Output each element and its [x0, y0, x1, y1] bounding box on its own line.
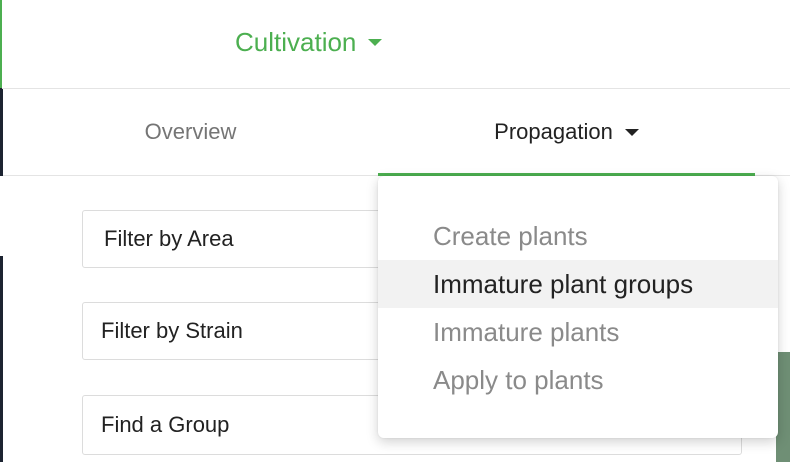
tab-overview[interactable]: Overview	[3, 89, 378, 175]
menu-item-label: Create plants	[433, 220, 588, 251]
filter-area-value: Filter by Area	[104, 226, 234, 251]
tab-label: Overview	[144, 119, 237, 144]
filter-strain-value: Filter by Strain	[101, 318, 243, 343]
chevron-down-icon	[624, 128, 639, 136]
menu-item-immature-plant-groups[interactable]: Immature plant groups	[378, 260, 778, 308]
chevron-down-icon	[368, 38, 383, 46]
module-selector[interactable]: Cultivation	[235, 22, 383, 62]
menu-item-immature-plants[interactable]: Immature plants	[378, 308, 778, 356]
menu-item-label: Immature plant groups	[433, 268, 694, 299]
background-panel-edge	[776, 352, 790, 462]
menu-item-create-plants[interactable]: Create plants	[378, 212, 778, 260]
module-label: Cultivation	[235, 26, 357, 57]
find-group-placeholder: Find a Group	[101, 412, 230, 437]
propagation-dropdown-menu: Create plants Immature plant groups Imma…	[378, 176, 778, 438]
tab-label: Propagation	[494, 119, 613, 144]
tab-bar: Overview Propagation	[3, 89, 790, 176]
top-bar: Cultivation	[2, 0, 790, 89]
menu-item-label: Immature plants	[433, 316, 620, 347]
menu-item-apply-to-plants[interactable]: Apply to plants	[378, 356, 778, 404]
menu-item-label: Apply to plants	[433, 364, 604, 395]
left-sidebar-edge-lower	[0, 256, 3, 462]
tab-propagation[interactable]: Propagation	[378, 89, 755, 176]
